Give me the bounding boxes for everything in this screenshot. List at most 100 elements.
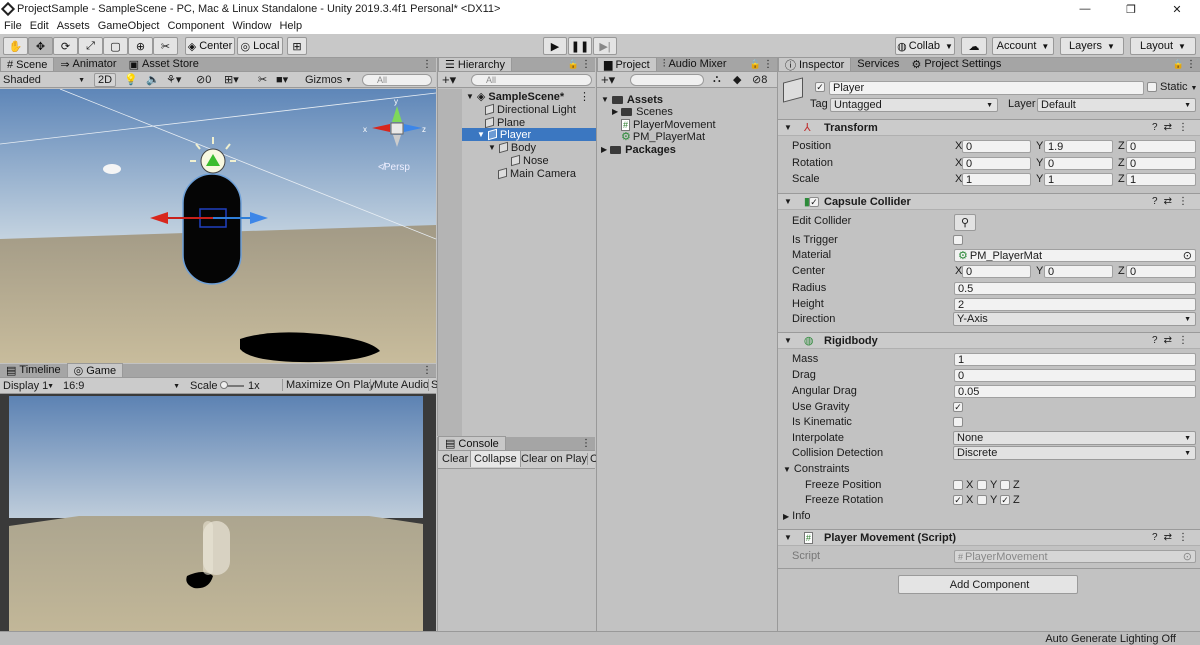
create-plus-icon[interactable]: +▾ bbox=[442, 72, 456, 88]
menu-window[interactable]: Window bbox=[228, 20, 275, 32]
grid-snap-icon[interactable]: ⊞ bbox=[287, 37, 307, 55]
create-plus-icon[interactable]: +▾ bbox=[601, 72, 615, 88]
account-dropdown[interactable]: Account ▼ bbox=[992, 37, 1054, 55]
custom-tool-icon[interactable]: ✂ bbox=[153, 37, 178, 55]
effects-icon[interactable]: ⚘▾ bbox=[166, 73, 181, 86]
height-field[interactable]: 2 bbox=[954, 298, 1196, 311]
lock-icon[interactable]: 🔒 bbox=[568, 59, 579, 70]
tab-project[interactable]: ▆ Project bbox=[597, 57, 657, 71]
tab-hierarchy[interactable]: ☰ Hierarchy bbox=[438, 57, 512, 71]
interpolate-dropdown[interactable]: None ▼ bbox=[953, 431, 1196, 445]
component-help-icon[interactable]: ?⇄⋮ bbox=[1152, 196, 1194, 207]
hidden-objects-icon[interactable]: ⊘0 bbox=[196, 73, 211, 86]
panel-menu-icon[interactable]: ⋮ bbox=[1186, 59, 1196, 70]
panel-menu-icon[interactable]: ⋮ bbox=[581, 438, 591, 449]
pivot-local-toggle[interactable]: ◎ Local bbox=[237, 37, 283, 55]
capsule-collider-enabled-checkbox[interactable]: ✓ bbox=[809, 197, 819, 207]
lock-icon[interactable]: 🔒 bbox=[1173, 59, 1184, 70]
component-help-icon[interactable]: ?⇄⋮ bbox=[1152, 335, 1194, 346]
panel-menu-icon[interactable]: ⋮ bbox=[422, 59, 432, 70]
move-tool-icon[interactable]: ✥ bbox=[28, 37, 53, 55]
minimize-button[interactable]: — bbox=[1062, 0, 1108, 18]
project-search-input[interactable] bbox=[630, 74, 704, 86]
freeze-rotation-x-checkbox[interactable]: ✓ bbox=[953, 495, 963, 505]
tab-scene[interactable]: # Scene bbox=[0, 57, 55, 71]
list-item-directional-light[interactable]: Directional Light bbox=[485, 103, 576, 116]
position-z-field[interactable]: 0 bbox=[1126, 140, 1196, 153]
camera-icon[interactable]: ■▾ bbox=[276, 73, 288, 86]
shading-dropdown[interactable]: Shaded ▼ bbox=[0, 73, 89, 87]
game-viewport[interactable] bbox=[9, 396, 423, 631]
scene-search-input[interactable]: All bbox=[362, 74, 432, 86]
audio-icon[interactable]: 🔈 bbox=[146, 73, 160, 86]
hierarchy-search-input[interactable]: All bbox=[471, 74, 592, 86]
cloud-icon[interactable]: ☁ bbox=[961, 37, 987, 55]
tab-game[interactable]: ◎ Game bbox=[66, 363, 124, 377]
pause-button[interactable]: ❚❚ bbox=[568, 37, 592, 55]
use-gravity-checkbox[interactable]: ✓ bbox=[953, 402, 963, 412]
transform-header[interactable]: ▼ ⅄ Transform ?⇄⋮ bbox=[778, 119, 1200, 136]
hidden-packages-icon[interactable]: ⊘8 bbox=[752, 73, 767, 86]
grid-icon[interactable]: ⊞▾ bbox=[224, 73, 239, 86]
gizmos-dropdown[interactable]: Gizmos ▼ bbox=[302, 73, 356, 87]
rect-tool-icon[interactable]: ▢ bbox=[103, 37, 128, 55]
aspect-dropdown[interactable]: 16:9 ▼ bbox=[60, 379, 184, 393]
scale-y-field[interactable]: 1 bbox=[1044, 173, 1113, 186]
packages-folder-item[interactable]: ▶ Packages bbox=[601, 143, 676, 156]
tag-dropdown[interactable]: Untagged ▼ bbox=[830, 98, 998, 112]
info-foldout[interactable]: ▶ Info bbox=[783, 510, 811, 522]
lighting-icon[interactable]: 💡 bbox=[124, 73, 138, 86]
static-checkbox[interactable] bbox=[1147, 82, 1157, 92]
maximize-button[interactable]: ❐ bbox=[1108, 0, 1154, 18]
list-item-player[interactable]: ▼ Player bbox=[462, 128, 596, 141]
menu-file[interactable]: File bbox=[0, 20, 26, 32]
tab-console[interactable]: ▤ Console bbox=[438, 436, 506, 450]
filter-type-icon[interactable]: ⛬ bbox=[713, 73, 721, 86]
tab-project-settings[interactable]: ⚙ Project Settings bbox=[905, 57, 1007, 71]
add-component-button[interactable]: Add Component bbox=[898, 575, 1078, 594]
component-help-icon[interactable]: ?⇄⋮ bbox=[1152, 532, 1194, 543]
step-button[interactable]: ▶| bbox=[593, 37, 617, 55]
is-kinematic-checkbox[interactable] bbox=[953, 417, 963, 427]
play-button[interactable]: ▶ bbox=[543, 37, 567, 55]
tools-icon[interactable]: ✂ bbox=[258, 73, 267, 86]
capsule-collider-header[interactable]: ▼ ▮ ✓ Capsule Collider ?⇄⋮ bbox=[778, 193, 1200, 210]
lighting-status[interactable]: Auto Generate Lighting Off bbox=[1045, 633, 1176, 645]
panel-menu-icon[interactable]: ⋮ bbox=[422, 365, 432, 376]
console-clear-button[interactable]: Clear bbox=[442, 453, 468, 465]
projection-label[interactable]: ≮Persp bbox=[378, 162, 410, 173]
mute-audio-toggle[interactable]: Mute Audio bbox=[370, 379, 432, 391]
is-trigger-checkbox[interactable] bbox=[953, 235, 963, 245]
active-checkbox[interactable]: ✓ bbox=[815, 82, 825, 92]
menu-assets[interactable]: Assets bbox=[53, 20, 94, 32]
scale-slider-handle[interactable] bbox=[220, 381, 228, 389]
scale-tool-icon[interactable]: ⤢ bbox=[78, 37, 103, 55]
freeze-rotation-y-checkbox[interactable] bbox=[977, 495, 987, 505]
maximize-on-play-toggle[interactable]: Maximize On Play bbox=[282, 379, 378, 391]
freeze-rotation-z-checkbox[interactable]: ✓ bbox=[1000, 495, 1010, 505]
menu-component[interactable]: Component bbox=[163, 20, 228, 32]
transform-tool-icon[interactable]: ⊕ bbox=[128, 37, 153, 55]
radius-field[interactable]: 0.5 bbox=[954, 282, 1196, 295]
position-y-field[interactable]: 1.9 bbox=[1044, 140, 1113, 153]
hand-tool-icon[interactable]: ✋ bbox=[3, 37, 28, 55]
tab-audio-mixer[interactable]: ⫶ Audio Mixer bbox=[657, 57, 733, 71]
list-item-body[interactable]: ▼ Body bbox=[488, 141, 536, 154]
scenes-folder-item[interactable]: ▶ Scenes bbox=[612, 105, 673, 118]
rigidbody-header[interactable]: ▼ ◍ Rigidbody ?⇄⋮ bbox=[778, 332, 1200, 349]
player-movement-header[interactable]: ▼ # Player Movement (Script) ?⇄⋮ bbox=[778, 529, 1200, 546]
scale-z-field[interactable]: 1 bbox=[1126, 173, 1196, 186]
drag-field[interactable]: 0 bbox=[954, 369, 1196, 382]
console-collapse-button[interactable]: Collapse bbox=[470, 451, 521, 467]
freeze-position-z-checkbox[interactable] bbox=[1000, 480, 1010, 490]
display-dropdown[interactable]: Display 1 ▼ bbox=[0, 379, 58, 393]
tab-animator[interactable]: ⇒ Animator bbox=[54, 57, 122, 71]
tab-asset-store[interactable]: ▣ Asset Store bbox=[123, 57, 205, 71]
tab-services[interactable]: Services bbox=[851, 57, 905, 71]
constraints-foldout[interactable]: ▼ Constraints bbox=[783, 463, 850, 475]
freeze-position-y-checkbox[interactable] bbox=[977, 480, 987, 490]
center-y-field[interactable]: 0 bbox=[1044, 265, 1113, 278]
edit-collider-icon[interactable]: ⚲ bbox=[954, 214, 976, 231]
pivot-center-toggle[interactable]: ◈ Center bbox=[185, 37, 235, 55]
layers-dropdown[interactable]: Layers ▼ bbox=[1060, 37, 1124, 55]
